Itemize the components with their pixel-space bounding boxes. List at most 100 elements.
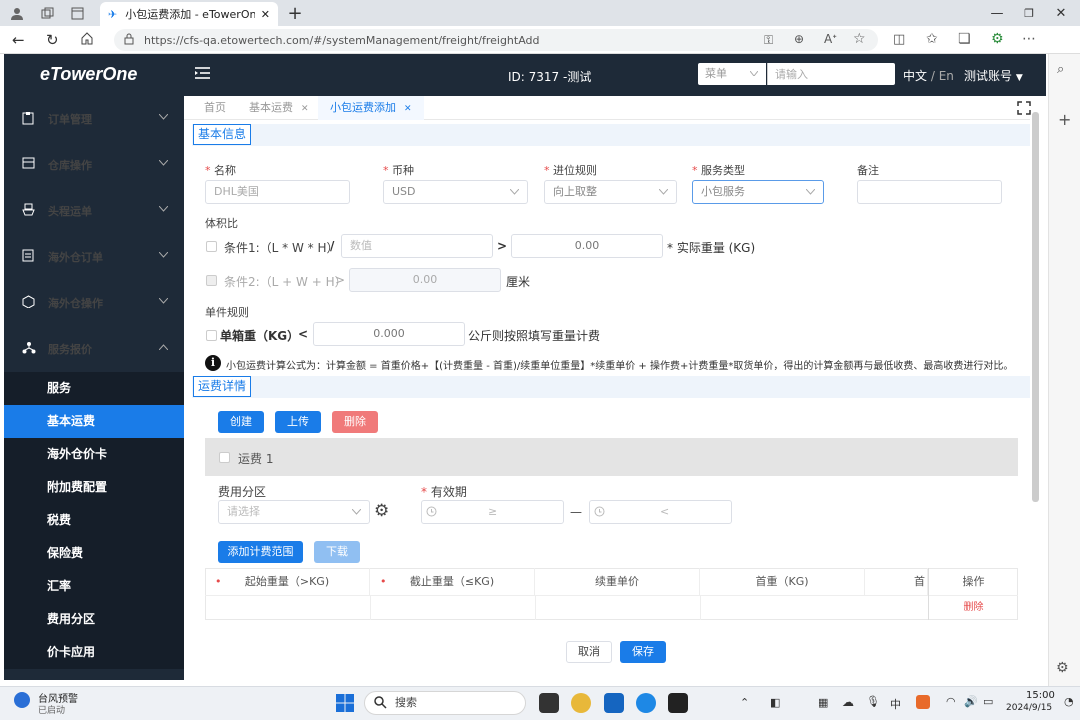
validity-end-input[interactable]: < [589,500,732,524]
tab-parcel-freight-add[interactable]: 小包运费添加 ✕ [318,96,424,120]
app-logo[interactable]: eTowerOne [40,64,137,85]
volume-icon[interactable]: 🔊 [964,695,978,708]
sidebar-sub-basic-freight[interactable]: 基本运费 [4,405,184,438]
sidebar-item-overseas-orders[interactable]: 海外仓订单 [4,234,184,280]
sidebar-sub-price-card-app[interactable]: 价卡应用 [4,636,184,669]
browser-tab[interactable]: ✈ 小包运费添加 - eTowerOne ✕ [100,2,278,26]
add-billing-range-button[interactable]: 添加计费范围 [218,541,303,563]
sidebar-sub-exchange-rate[interactable]: 汇率 [4,570,184,603]
fee-zone-select[interactable]: 请选择 [218,500,370,524]
piece-rule-checkbox[interactable] [206,330,217,341]
sidebar-sub-tax[interactable]: 税费 [4,504,184,537]
read-aloud-icon[interactable]: Aᐩ [824,32,837,46]
rounding-select[interactable]: 向上取整 [544,180,677,204]
sidebar-sub-surcharge-config[interactable]: 附加费配置 [4,471,184,504]
remark-input[interactable] [857,180,1002,204]
sidebar-sub-service[interactable]: 服务 [4,372,184,405]
save-button[interactable]: 保存 [620,641,666,663]
profile-icon[interactable] [2,0,32,26]
key-icon[interactable]: ⚿ [764,33,773,48]
cloud-icon[interactable]: ☁ [842,695,854,709]
back-icon[interactable]: ← [12,31,25,49]
favorite-star-icon[interactable]: ☆ [853,31,866,47]
side-settings-icon[interactable]: ⚙ [1056,660,1069,676]
currency-select[interactable]: USD [383,180,528,204]
sidebar-item-warehouse-ops[interactable]: 仓库操作 [4,142,184,188]
sidebar-sub-overseas-price-card[interactable]: 海外仓价卡 [4,438,184,471]
favorites-icon[interactable]: ✩ [926,31,938,47]
side-search-icon[interactable]: ⌕ [1057,62,1064,77]
notification-icon[interactable]: ◔ [1064,695,1074,708]
collections-icon[interactable]: ❏ [958,31,971,47]
extension-icon[interactable]: ⚙ [991,31,1004,47]
clock-time[interactable]: 15:00 [1026,690,1055,701]
piece-weight-input[interactable]: 0.000 [313,322,465,346]
sidebar-sub-insurance[interactable]: 保险费 [4,537,184,570]
split-screen-icon[interactable]: ◫ [893,32,905,47]
name-input[interactable]: DHL美国 [205,180,350,204]
validity-start-input[interactable]: ≥ [421,500,564,524]
wifi-icon[interactable]: ◠ [946,695,956,708]
fee-item-checkbox[interactable] [219,452,230,463]
sidebar-item-first-leg[interactable]: 头程运单 [4,188,184,234]
ime-app-icon[interactable] [916,695,930,709]
home-icon[interactable] [80,31,94,45]
download-button[interactable]: 下载 [314,541,360,563]
tab-close-icon[interactable]: ✕ [301,104,309,114]
chrome-icon[interactable] [571,693,591,713]
tray-app-icon[interactable]: ▦ [818,696,828,709]
side-add-icon[interactable]: + [1058,110,1071,129]
sidebar-item-service-quote[interactable]: 服务报价 [4,326,184,372]
task-view-icon[interactable] [539,693,559,713]
tab-close-icon[interactable]: ✕ [404,104,412,114]
cancel-button[interactable]: 取消 [566,641,612,663]
tray-icon[interactable]: ⌃ [740,696,749,709]
app-icon[interactable] [668,693,688,713]
tab-close-icon[interactable]: ✕ [261,8,270,21]
account-menu[interactable]: 测试账号 ▼ [964,67,1023,84]
more-menu-icon[interactable]: ⋯ [1022,31,1036,47]
create-button[interactable]: 创建 [218,411,264,433]
clock-date[interactable]: 2024/9/15 [1006,703,1052,713]
language-switch[interactable]: 中文 / En [903,67,954,84]
tab-home[interactable]: 首页 [204,96,226,120]
battery-icon[interactable]: ▭ [983,695,993,708]
row-delete-link[interactable]: 删除 [928,596,1018,620]
refresh-icon[interactable]: ↻ [46,31,59,49]
sidebar-item-orders[interactable]: 订单管理 [4,96,184,142]
restore-icon[interactable]: ❐ [1014,0,1044,26]
mail-icon[interactable] [604,693,624,713]
ime-indicator[interactable]: 中 [890,696,901,712]
menu-search-input[interactable] [767,63,895,85]
windows-start-icon[interactable] [336,694,354,712]
edge-browser-icon[interactable] [636,693,656,713]
window-close-icon[interactable]: ✕ [1046,0,1076,26]
fullscreen-icon[interactable] [1017,101,1031,115]
new-tab-icon[interactable]: + [280,0,310,26]
condition1-value-input[interactable]: 0.00 [511,234,663,258]
condition1-checkbox[interactable] [206,241,217,252]
sidebar-item-overseas-ops[interactable]: 海外仓操作 [4,280,184,326]
menu-select[interactable]: 菜单 [698,63,766,85]
taskbar-search[interactable]: 搜索 [364,691,526,715]
condition2-checkbox[interactable] [206,275,217,286]
workspaces-icon[interactable] [32,0,62,26]
zoom-icon[interactable]: ⊕ [794,32,804,46]
menu-toggle-icon[interactable] [194,66,211,80]
tab-actions-icon[interactable] [62,0,92,26]
lang-zh[interactable]: 中文 [903,69,927,83]
weather-alert-icon[interactable] [14,692,30,708]
upload-button[interactable]: 上传 [275,411,321,433]
tray-app-icon[interactable]: ◧ [770,696,780,709]
zone-settings-gear-icon[interactable]: ⚙ [374,503,389,520]
minimize-icon[interactable]: — [982,0,1012,26]
sidebar-sub-fee-zone[interactable]: 费用分区 [4,603,184,636]
delete-button[interactable]: 删除 [332,411,378,433]
content-scrollbar[interactable] [1032,112,1039,502]
microphone-icon[interactable]: 🎙 [866,695,880,708]
condition2-value-input[interactable]: 0.00 [349,268,501,292]
service-type-select[interactable]: 小包服务 [692,180,824,204]
lang-en[interactable]: En [939,69,954,83]
condition1-divisor-input[interactable]: 数值 [341,234,493,258]
tab-basic-freight[interactable]: 基本运费 ✕ [249,96,309,120]
